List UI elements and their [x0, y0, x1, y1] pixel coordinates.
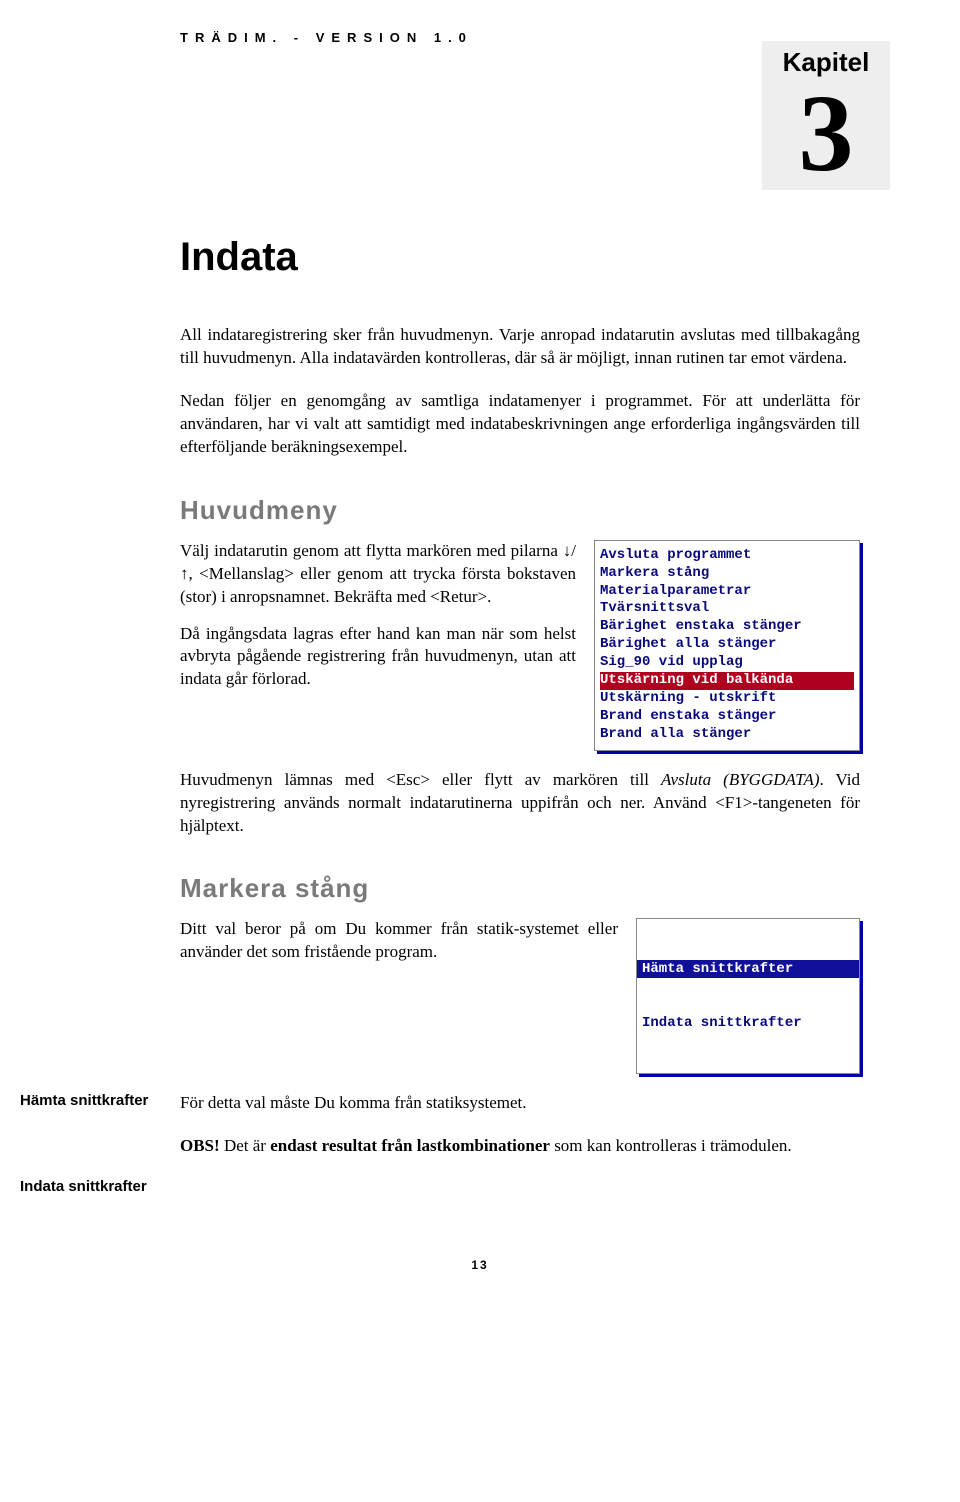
menu-item: Markera stång — [600, 565, 854, 583]
chapter-box: Kapitel 3 — [762, 41, 890, 190]
menu-item: Indata snittkrafter — [637, 1014, 859, 1032]
markera-para-1: Ditt val beror på om Du kommer från stat… — [180, 918, 618, 964]
margin-note-indata: Indata snittkrafter — [20, 1178, 170, 1195]
section-heading-markera: Markera stång — [180, 873, 860, 904]
main-menu-screenshot: Avsluta programmetMarkera stångMaterialp… — [594, 540, 860, 751]
menu-item: Materialparametrar — [600, 583, 854, 601]
margin-note-hamta: Hämta snittkrafter — [20, 1092, 170, 1109]
menu-item: Utskärning - utskrift — [600, 690, 854, 708]
menu-item: Sig_90 vid upplag — [600, 654, 854, 672]
intro-para-2: Nedan följer en genomgång av samtliga in… — [180, 390, 860, 459]
menu-item: Avsluta programmet — [600, 547, 854, 565]
menu-item: Bärighet enstaka stänger — [600, 618, 854, 636]
text: , <Mellanslag> eller genom att trycka fö… — [180, 564, 576, 606]
text: som kan kontrolleras i trämodulen. — [550, 1136, 792, 1155]
text-bold: OBS! — [180, 1136, 220, 1155]
huvudmeny-para-1: Välj indatarutin genom att flytta markör… — [180, 540, 576, 609]
submenu-screenshot: Hämta snittkrafter Indata snittkrafter — [636, 918, 860, 1074]
page-title: Indata — [180, 235, 860, 280]
text: Huvudmenyn lämnas med <Esc> eller flytt … — [180, 770, 661, 789]
markera-para-2: För detta val måste Du komma från statik… — [180, 1092, 860, 1115]
huvudmeny-para-2: Då ingångsdata lagras efter hand kan man… — [180, 623, 576, 692]
menu-item: Bärighet alla stänger — [600, 636, 854, 654]
markera-para-3: OBS! Det är endast resultat från lastkom… — [180, 1135, 860, 1158]
menu-item: Tvärsnittsval — [600, 600, 854, 618]
menu-item: Brand alla stänger — [600, 726, 854, 744]
text-bold: endast resultat från lastkombinationer — [270, 1136, 550, 1155]
intro-para-1: All indataregistrering sker från huvudme… — [180, 324, 860, 370]
text: Välj indatarutin genom att flytta markör… — [180, 541, 563, 560]
menu-item: Hämta snittkrafter — [637, 960, 859, 978]
section-heading-huvudmeny: Huvudmeny — [180, 495, 860, 526]
text: Det är — [220, 1136, 271, 1155]
page-number: 13 — [100, 1258, 860, 1272]
huvudmeny-para-3: Huvudmenyn lämnas med <Esc> eller flytt … — [180, 769, 860, 838]
text-italic: Avsluta (BYGGDATA) — [661, 770, 819, 789]
menu-item: Brand enstaka stänger — [600, 708, 854, 726]
menu-item: Utskärning vid balkända — [600, 672, 854, 690]
doc-header: TRÄDIM. - VERSION 1.0 — [180, 30, 860, 45]
chapter-number: 3 — [770, 78, 882, 188]
